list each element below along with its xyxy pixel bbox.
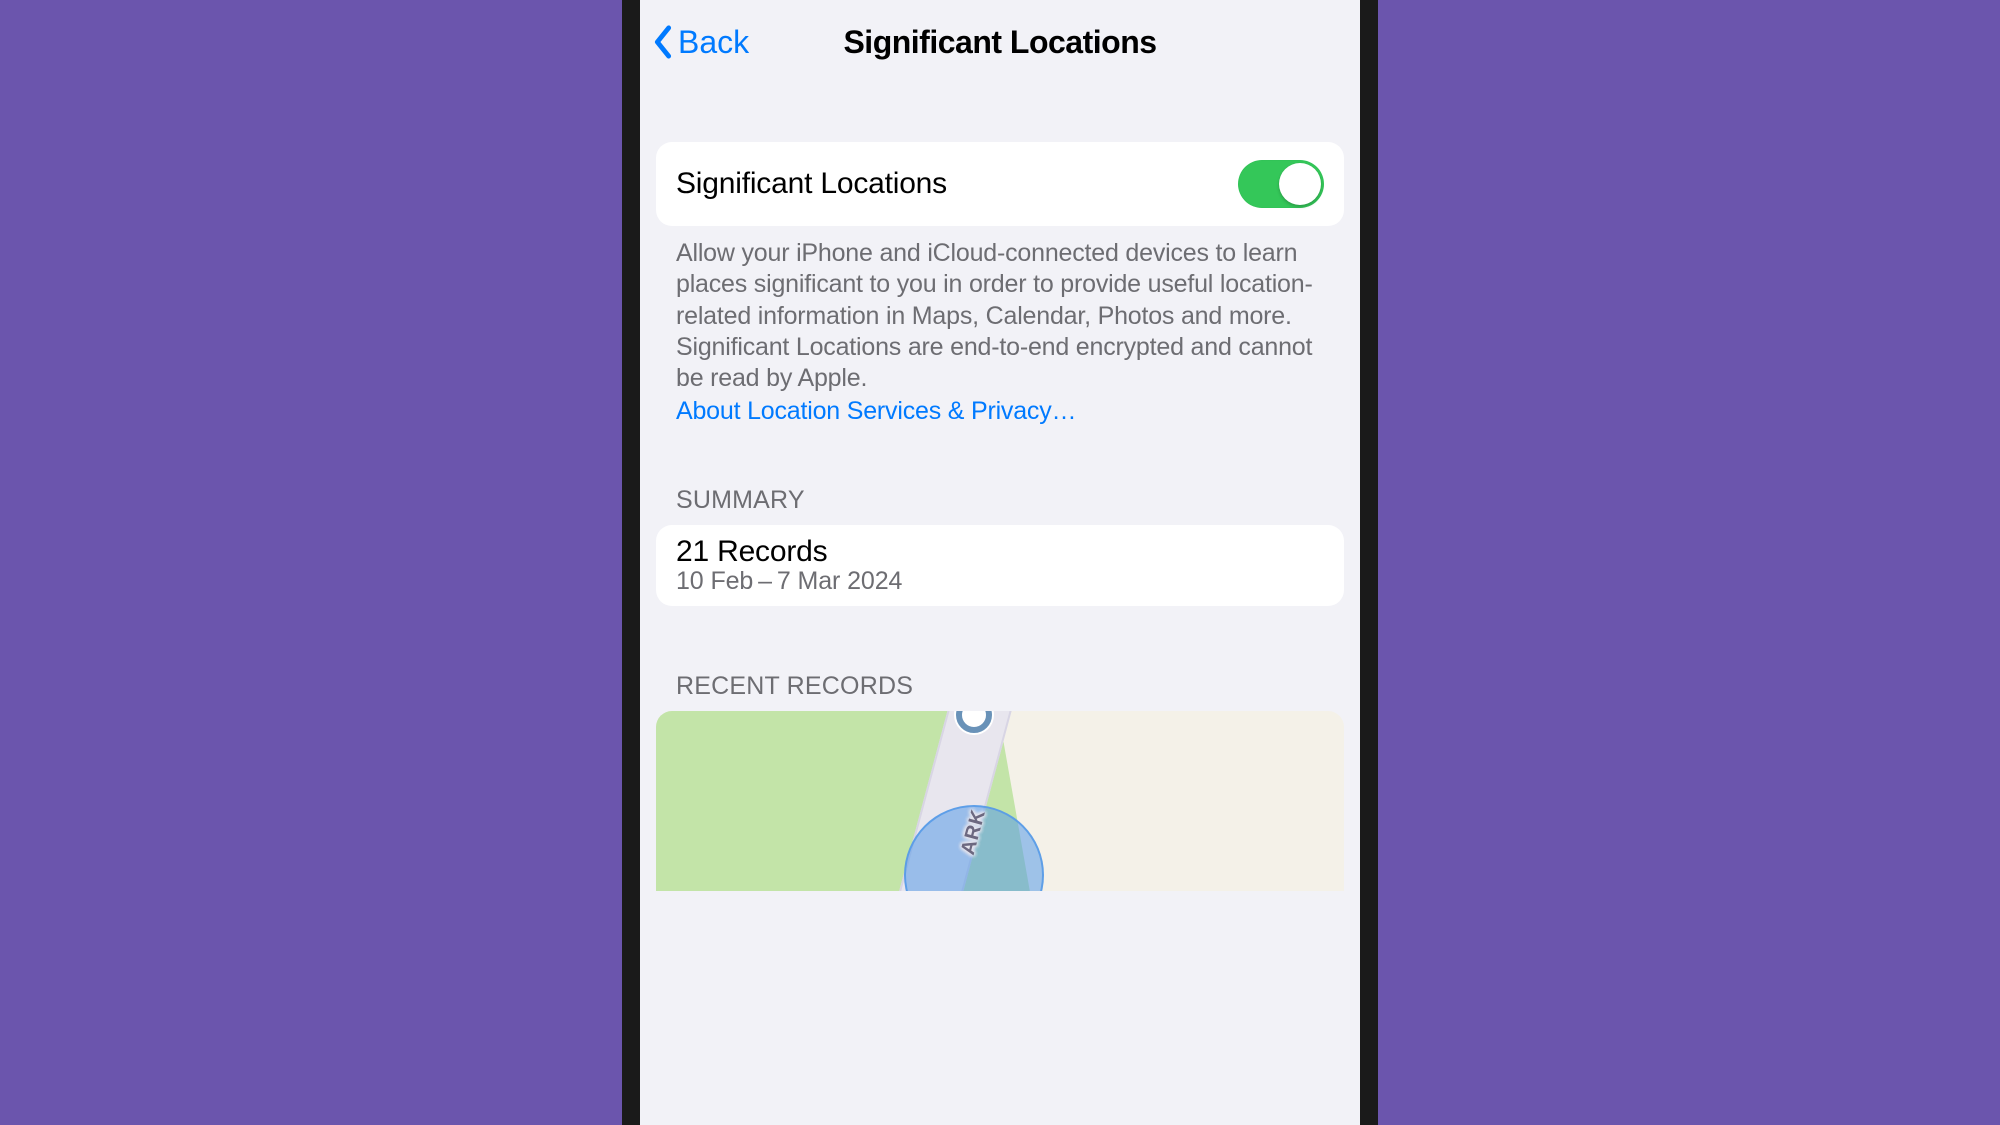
content-area: Significant Locations Allow your iPhone …: [640, 84, 1360, 1125]
toggle-label: Significant Locations: [676, 167, 947, 201]
recent-records-header: RECENT RECORDS: [656, 672, 1344, 711]
chevron-left-icon: [652, 25, 674, 59]
settings-screen: Back Significant Locations Significant L…: [640, 0, 1360, 1125]
description-text: Allow your iPhone and iCloud-connected d…: [676, 239, 1313, 392]
back-button[interactable]: Back: [652, 24, 749, 61]
toggle-knob: [1279, 163, 1321, 205]
summary-title: 21 Records: [676, 535, 1324, 569]
privacy-link[interactable]: About Location Services & Privacy…: [676, 396, 1324, 427]
section-description: Allow your iPhone and iCloud-connected d…: [656, 226, 1344, 428]
summary-row[interactable]: 21 Records 10 Feb – 7 Mar 2024: [656, 525, 1344, 606]
summary-group: 21 Records 10 Feb – 7 Mar 2024: [656, 525, 1344, 606]
nav-bar: Back Significant Locations: [640, 0, 1360, 84]
back-label: Back: [678, 24, 749, 61]
recent-records-map[interactable]: ARK: [656, 711, 1344, 891]
summary-header: SUMMARY: [656, 486, 1344, 525]
summary-subtitle: 10 Feb – 7 Mar 2024: [676, 567, 1324, 596]
significant-locations-row: Significant Locations: [656, 142, 1344, 226]
significant-locations-toggle[interactable]: [1238, 160, 1324, 208]
toggle-group: Significant Locations: [656, 142, 1344, 226]
